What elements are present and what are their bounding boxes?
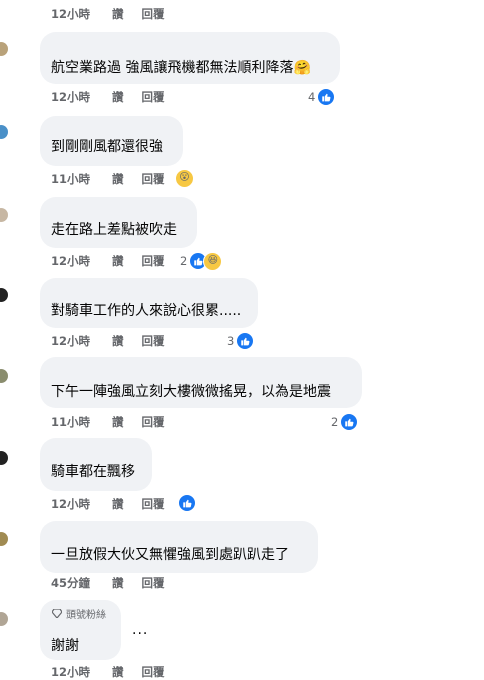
reaction-summary[interactable]: 2 😆 <box>180 251 223 271</box>
comment-meta: 12小時 讚 回覆 <box>51 664 179 680</box>
comment-text: 謝謝 <box>51 638 79 654</box>
comment-time[interactable]: 12小時 <box>51 333 90 349</box>
avatar[interactable] <box>0 125 8 139</box>
laugh-emoji-icon: 😆 <box>203 251 223 271</box>
comment-text: 下午一陣強風立刻大樓微微搖晃，以為是地震 <box>51 384 331 400</box>
commenter-name[interactable] <box>50 621 110 633</box>
like-link[interactable]: 讚 <box>112 89 124 105</box>
comment-time[interactable]: 45分鐘 <box>51 575 90 591</box>
comment-text: 騎車都在飄移 <box>51 464 135 480</box>
wow-emoji-icon: 😮 <box>175 168 194 188</box>
commenter-name[interactable] <box>50 284 110 296</box>
commenter-name[interactable] <box>50 122 110 134</box>
reply-link[interactable]: 回覆 <box>142 6 165 22</box>
diamond-icon <box>52 609 62 618</box>
reaction-count: 2 <box>180 254 188 268</box>
like-link[interactable]: 讚 <box>112 333 124 349</box>
reply-link[interactable]: 回覆 <box>142 414 165 430</box>
reply-link[interactable]: 回覆 <box>142 171 165 187</box>
like-icon <box>178 494 196 512</box>
comment-meta: 11小時 讚 回覆 <box>51 171 179 187</box>
comment-meta: 11小時 讚 回覆 <box>51 414 179 430</box>
like-link[interactable]: 讚 <box>112 496 124 512</box>
avatar[interactable] <box>0 288 8 302</box>
like-icon <box>340 413 359 431</box>
commenter-name[interactable] <box>50 203 110 215</box>
comment-text: 對騎車工作的人來說心很累..... <box>51 303 242 319</box>
top-fan-badge: 頭號粉絲 <box>52 606 106 621</box>
comment-bubble: 到剛剛風都還很強 <box>40 116 183 166</box>
comment-bubble: 對騎車工作的人來說心很累..... <box>40 278 258 328</box>
commenter-name[interactable] <box>50 363 110 375</box>
like-link[interactable]: 讚 <box>112 6 124 22</box>
reaction-summary[interactable] <box>178 494 196 512</box>
comment-meta: 12小時 讚 回覆 <box>51 333 179 349</box>
comment-time[interactable]: 12小時 <box>51 496 90 512</box>
comment-time[interactable]: 11小時 <box>51 171 90 187</box>
comment-time[interactable]: 12小時 <box>51 6 90 22</box>
commenter-name[interactable] <box>50 444 110 456</box>
comment-meta: 45分鐘 讚 回覆 <box>51 575 179 591</box>
avatar[interactable] <box>0 451 8 465</box>
reaction-summary[interactable]: 4 <box>308 88 336 106</box>
comment-text: 到剛剛風都還很強 <box>51 139 163 155</box>
like-link[interactable]: 讚 <box>112 664 124 680</box>
comment-meta: 12小時 讚 回覆 <box>51 253 179 269</box>
reaction-count: 3 <box>227 334 235 348</box>
avatar[interactable] <box>0 532 8 546</box>
comment-time[interactable]: 12小時 <box>51 89 90 105</box>
reaction-summary[interactable]: 3 <box>227 332 255 350</box>
comment-text: 走在路上差點被吹走 <box>51 222 177 238</box>
like-link[interactable]: 讚 <box>112 171 124 187</box>
reply-link[interactable]: 回覆 <box>142 253 165 269</box>
reaction-summary[interactable]: 😮 <box>175 168 194 188</box>
comment-text: 一旦放假大伙又無懼強風到處趴趴走了 <box>51 547 289 563</box>
comment-time[interactable]: 12小時 <box>51 253 90 269</box>
commenter-name[interactable] <box>50 527 110 539</box>
comment-time[interactable]: 12小時 <box>51 664 90 680</box>
comment-bubble: 騎車都在飄移 <box>40 438 152 491</box>
comment-meta: 12小時 讚 回覆 <box>51 496 179 512</box>
comment-bubble: 頭號粉絲 謝謝 <box>40 600 121 660</box>
reaction-summary[interactable]: 2 <box>331 413 359 431</box>
avatar[interactable] <box>0 208 8 222</box>
comment-time[interactable]: 11小時 <box>51 414 90 430</box>
comment-bubble: 一旦放假大伙又無懼強風到處趴趴走了 <box>40 521 318 573</box>
avatar[interactable] <box>0 42 8 56</box>
like-icon <box>236 332 255 350</box>
comment-text: 航空業路過 強風讓飛機都無法順利降落🤗 <box>51 60 311 76</box>
like-icon <box>317 88 336 106</box>
comment-bubble: 走在路上差點被吹走 <box>40 197 197 248</box>
avatar[interactable] <box>0 612 8 626</box>
reply-link[interactable]: 回覆 <box>142 333 165 349</box>
like-link[interactable]: 讚 <box>112 253 124 269</box>
reply-link[interactable]: 回覆 <box>142 496 165 512</box>
comment-bubble: 下午一陣強風立刻大樓微微搖晃，以為是地震 <box>40 357 362 408</box>
comment-meta: 12小時 讚 回覆 <box>51 89 179 105</box>
reply-link[interactable]: 回覆 <box>142 664 165 680</box>
like-link[interactable]: 讚 <box>112 575 124 591</box>
reaction-count: 4 <box>308 90 316 104</box>
commenter-name[interactable] <box>50 38 110 50</box>
reply-link[interactable]: 回覆 <box>142 575 165 591</box>
comment-bubble: 航空業路過 強風讓飛機都無法順利降落🤗 <box>40 32 340 84</box>
avatar[interactable] <box>0 369 8 383</box>
reply-link[interactable]: 回覆 <box>142 89 165 105</box>
more-options-button[interactable]: ... <box>132 622 148 638</box>
like-link[interactable]: 讚 <box>112 414 124 430</box>
comment-meta-top: 12小時 讚 回覆 <box>51 6 179 22</box>
reaction-count: 2 <box>331 415 339 429</box>
badge-label: 頭號粉絲 <box>66 610 106 621</box>
hug-emoji: 🤗 <box>293 60 311 76</box>
